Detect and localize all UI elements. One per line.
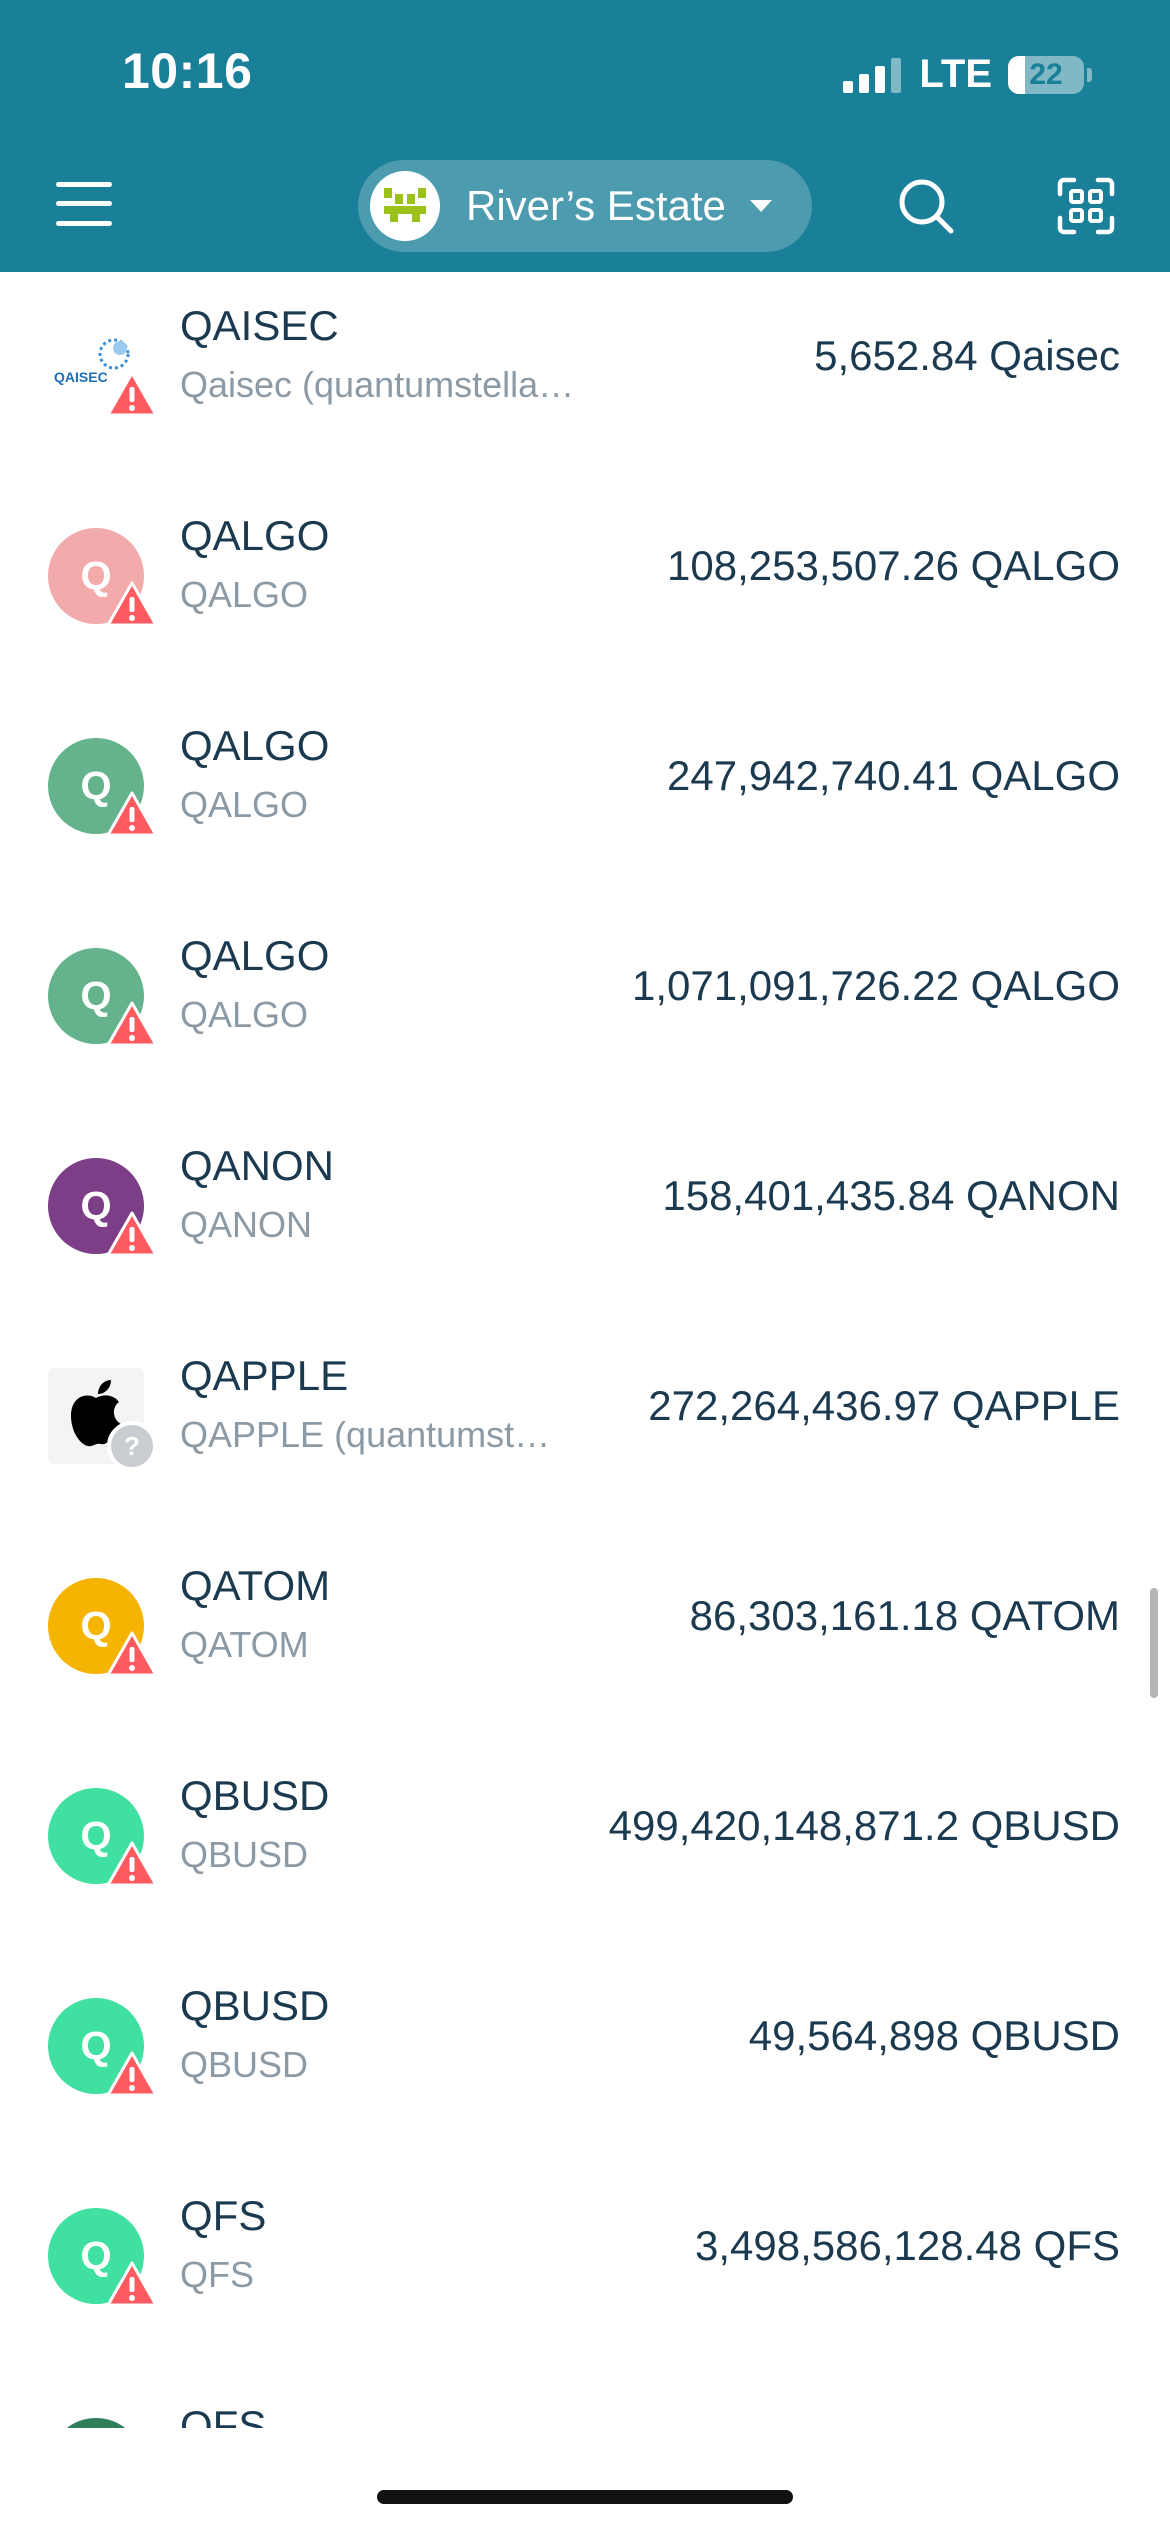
token-name: QALGO: [180, 994, 309, 1035]
asset-row[interactable]: Q QATOM QATOM 86,303,161.18 QATOM: [0, 1524, 1170, 1734]
asset-row[interactable]: QAISEC QAISEC Qaisec (quantumstellar.ai) 5,…: [0, 264, 1170, 474]
menu-button[interactable]: [56, 178, 112, 230]
wallet-selector[interactable]: River’s Estate: [358, 160, 812, 252]
token-symbol: QANON: [180, 1142, 335, 1189]
asset-row[interactable]: Q QBUSD QBUSD 499,420,148,871.2 QBUSD: [0, 1734, 1170, 1944]
token-name: QBUSD: [180, 1834, 309, 1875]
wallet-name: River’s Estate: [466, 182, 726, 229]
token-symbol: QAISEC: [180, 302, 339, 349]
question-icon: ?: [106, 1420, 158, 1471]
token-symbol: QBUSD: [180, 1772, 330, 1819]
token-name: QBUSD: [180, 2044, 309, 2085]
token-name: QALGO: [180, 784, 309, 825]
token-balance: 86,303,161.18 QATOM: [689, 1592, 1120, 1639]
warning-icon: [106, 1840, 158, 1888]
bottom-area: [0, 2428, 1170, 2532]
asset-row[interactable]: Q QFS QFS 3,498,586,128.48 QFS: [0, 2154, 1170, 2364]
warning-icon: [106, 580, 158, 628]
token-symbol: QALGO: [180, 512, 330, 559]
token-balance: 5,652.84 Qaisec: [814, 332, 1120, 379]
token-balance: 158,401,435.84 QANON: [662, 1172, 1120, 1219]
token-name: QANON: [180, 1204, 313, 1245]
asset-list: QAISEC QAISEC Qaisec (quantumstellar.ai) 5,…: [0, 272, 1170, 2532]
token-symbol: QALGO: [180, 722, 330, 769]
token-balance: 247,942,740.41 QALGO: [667, 752, 1120, 799]
token-balance: 108,253,507.26 QALGO: [667, 542, 1120, 589]
status-time: 10:16: [122, 43, 253, 99]
svg-text:QAISEC: QAISEC: [54, 369, 108, 385]
asset-row[interactable]: Q QALGO QALGO 108,253,507.26 QALGO: [0, 474, 1170, 684]
battery-icon: 22: [1008, 55, 1084, 94]
search-button[interactable]: [896, 176, 956, 236]
warning-icon: [106, 2260, 158, 2308]
token-symbol: QATOM: [180, 1562, 331, 1609]
asset-row[interactable]: ? QAPPLE QAPPLE (quantumst… 272,264,436.97 …: [0, 1314, 1170, 1524]
network-label: LTE: [919, 52, 992, 96]
token-balance: 3,498,586,128.48 QFS: [695, 2222, 1120, 2269]
wallet-avatar: [370, 171, 440, 241]
chevron-down-icon: [749, 200, 772, 212]
token-balance: 272,264,436.97 QAPPLE: [648, 1382, 1120, 1429]
token-balance: 49,564,898 QBUSD: [748, 2012, 1120, 2059]
app-header: 10:16 LTE 22 River’s Estate: [0, 0, 1170, 272]
asset-row[interactable]: Q QALGO QALGO 1,071,091,726.22 QALGO: [0, 894, 1170, 1104]
token-symbol: QALGO: [180, 932, 330, 979]
battery-level: 22: [1029, 57, 1063, 91]
warning-icon: [106, 790, 158, 838]
warning-icon: [106, 370, 158, 418]
status-indicators: LTE 22: [843, 52, 1092, 97]
warning-icon: [106, 1210, 158, 1258]
token-balance: 1,071,091,726.22 QALGO: [631, 962, 1120, 1009]
token-name: QAPPLE (quantumst…: [180, 1414, 551, 1455]
token-name: QATOM: [180, 1624, 309, 1665]
wallet-screen: 10:16 LTE 22 River’s Estate QAISEC QAISE…: [0, 0, 1170, 2532]
battery-tip: [1087, 67, 1092, 82]
signal-icon: [843, 57, 902, 93]
qr-scan-icon: [1057, 177, 1115, 235]
warning-icon: [106, 1630, 158, 1678]
wallet-avatar-icon: [384, 188, 426, 222]
token-symbol: QBUSD: [180, 1982, 330, 2029]
warning-icon: [106, 2050, 158, 2098]
token-symbol: QAPPLE: [180, 1352, 349, 1399]
home-indicator[interactable]: [377, 2490, 793, 2504]
token-name: QFS: [180, 2254, 255, 2295]
token-symbol: QFS: [180, 2192, 267, 2239]
token-balance: 499,420,148,871.2 QBUSD: [608, 1802, 1120, 1849]
svg-text:?: ?: [124, 1431, 140, 1461]
search-icon: [899, 179, 954, 234]
asset-row[interactable]: Q QALGO QALGO 247,942,740.41 QALGO: [0, 684, 1170, 894]
token-name: Qaisec (quantumstellar.ai): [180, 364, 580, 405]
warning-icon: [106, 1000, 158, 1048]
scrollbar[interactable]: [1150, 1588, 1158, 1698]
asset-row[interactable]: Q QBUSD QBUSD 49,564,898 QBUSD: [0, 1944, 1170, 2154]
asset-row[interactable]: Q QANON QANON 158,401,435.84 QANON: [0, 1104, 1170, 1314]
qr-scan-button[interactable]: [1056, 176, 1116, 236]
token-name: QALGO: [180, 574, 309, 615]
